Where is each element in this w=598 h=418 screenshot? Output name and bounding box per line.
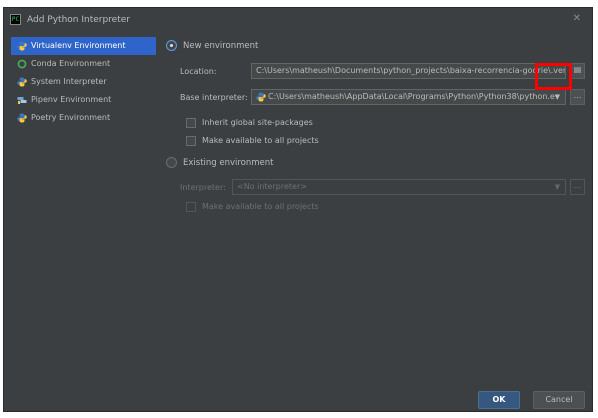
dialog-title: Add Python Interpreter [27,15,130,25]
make-available-checkbox[interactable] [186,136,196,146]
conda-icon [17,59,27,69]
sidebar-item-poetry[interactable]: Poetry Environment [11,109,156,127]
sidebar-item-label: Pipenv Environment [31,95,112,104]
sidebar-item-pipenv[interactable]: Pipenv Environment [11,91,156,109]
sidebar: Virtualenv Environment Conda Environment… [11,37,156,127]
browse-glyph: ... [573,181,582,190]
base-interpreter-value: C:\Users\matheush\AppData\Local\Programs… [268,92,555,101]
location-path: C:\Users\matheush\Documents\python_proje… [256,66,544,75]
add-python-interpreter-dialog: PC Add Python Interpreter ✕ Virtualenv E… [3,7,593,412]
folder-icon: ▤ [573,65,582,74]
interpreter-value: <No interpreter> [237,182,307,191]
sidebar-item-label: Virtualenv Environment [31,41,126,50]
make-available-label: Make available to all projects [202,136,319,145]
base-interpreter-select[interactable]: C:\Users\matheush\AppData\Local\Programs… [251,89,566,105]
new-environment-label: New environment [183,41,259,51]
python-icon [256,92,266,102]
location-browse-button[interactable]: ▤ [570,63,585,79]
location-label: Location: [180,67,217,76]
base-interpreter-browse-button[interactable]: ... [570,89,585,105]
sidebar-item-label: Poetry Environment [31,113,111,122]
python-icon [17,113,27,123]
python-icon [17,41,27,51]
existing-make-available-label: Make available to all projects [202,202,319,211]
close-icon[interactable]: ✕ [573,13,581,24]
sidebar-item-virtualenv[interactable]: Virtualenv Environment [11,37,156,55]
inherit-site-packages-label: Inherit global site-packages [202,118,313,127]
chevron-down-icon: ▼ [554,183,560,191]
interpreter-settings-panel: New environment Location: C:\Users\mathe… [160,36,590,376]
ok-button[interactable]: OK [478,391,520,409]
pycharm-icon: PC [10,14,21,25]
python-icon [17,77,27,87]
existing-environment-label: Existing environment [183,158,274,168]
interpreter-select[interactable]: <No interpreter> ▼ [232,179,566,195]
interpreter-label: Interpreter: [180,183,226,192]
annotation-highlight-box [535,63,572,90]
new-environment-radio[interactable] [166,40,177,51]
cancel-button[interactable]: Cancel [533,391,585,409]
existing-environment-radio[interactable] [166,157,177,168]
title-bar: PC Add Python Interpreter ✕ [4,8,592,32]
chevron-down-icon: ▼ [554,93,560,101]
interpreter-browse-button[interactable]: ... [570,179,585,195]
sidebar-item-conda[interactable]: Conda Environment [11,55,156,73]
sidebar-item-label: Conda Environment [31,59,111,68]
base-interpreter-label: Base interpreter: [180,93,248,102]
sidebar-item-label: System Interpreter [31,77,107,86]
existing-make-available-checkbox[interactable] [186,202,196,212]
pipenv-icon [17,97,27,104]
browse-glyph: ... [573,91,582,100]
inherit-site-packages-checkbox[interactable] [186,118,196,128]
location-field[interactable]: C:\Users\matheush\Documents\python_proje… [251,63,566,79]
sidebar-item-system[interactable]: System Interpreter [11,73,156,91]
